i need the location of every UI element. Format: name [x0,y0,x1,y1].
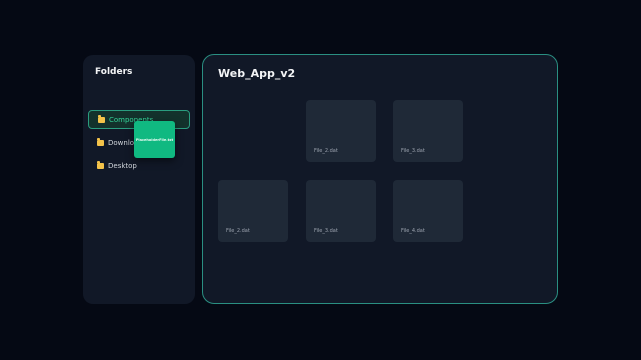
file-tile-label: File_3.dat [401,148,425,154]
file-tile-label: File_2.dat [314,148,338,154]
dragged-file[interactable]: PlaceholderFile.txt [134,121,175,158]
file-tile-label: File_2.dat [226,228,250,234]
sidebar-item-label: Desktop [108,161,137,170]
sidebar-title: Folders [95,67,133,77]
file-tile[interactable]: File_3.dat [306,180,376,242]
folder-icon [97,138,104,146]
folder-icon [98,115,105,123]
dragged-file-label: PlaceholderFile.txt [135,137,174,142]
file-tile[interactable]: File_4.dat [393,180,463,242]
folder-content-panel: Web_App_v2 File_2.dat File_3.dat File_2.… [202,54,558,304]
file-tile[interactable]: File_2.dat [218,180,288,242]
folder-icon [97,161,104,169]
file-tile-label: File_3.dat [314,228,338,234]
sidebar-item-desktop[interactable]: Desktop [88,156,190,175]
file-tile-label: File_4.dat [401,228,425,234]
file-tile[interactable]: File_3.dat [393,100,463,162]
file-manager-stage: Folders Components Downloads Desktop Pla… [0,0,641,360]
folders-sidebar: Folders Components Downloads Desktop [83,55,195,304]
page-title: Web_App_v2 [218,67,296,80]
file-tile[interactable]: File_2.dat [306,100,376,162]
